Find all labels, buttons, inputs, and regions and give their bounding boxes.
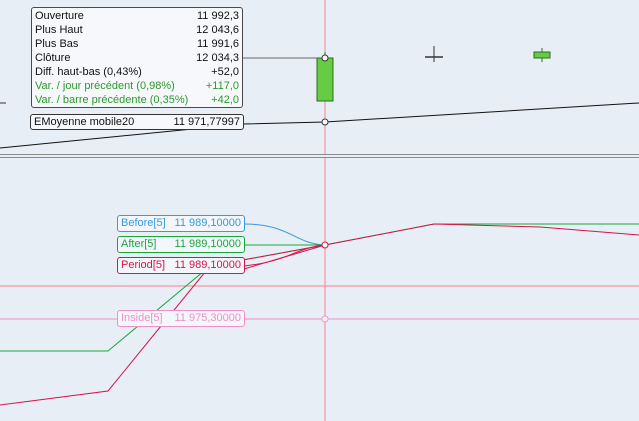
info-label: Var. / barre précédente (0,35%)	[35, 94, 189, 106]
info-value: +117,0	[205, 80, 239, 92]
tag-label: Period[5]	[121, 259, 166, 271]
info-value: +42,0	[211, 94, 239, 106]
tag-value: 11 989,10000	[174, 238, 241, 250]
tag-after: After[5] 11 989,10000	[117, 236, 245, 253]
indicator-chart-pane[interactable]: Before[5] 11 989,10000 After[5] 11 989,1…	[0, 158, 639, 421]
pane-divider-top	[0, 154, 639, 155]
ema-label: EMoyenne mobile20	[34, 116, 135, 128]
info-row-var-bar: Var. / barre précédente (0,35%) +42,0	[35, 93, 239, 107]
period-series-line	[0, 223, 639, 406]
inside-marker	[321, 315, 329, 323]
period-series-line-right	[243, 244, 326, 270]
tag-inside: Inside[5] 11 975,30000	[117, 310, 245, 327]
tag-period: Period[5] 11 989,10000	[117, 257, 245, 274]
tag-label: Inside[5]	[121, 312, 163, 324]
info-value: 12 043,6	[196, 24, 239, 36]
indicator-chart-canvas	[0, 158, 639, 421]
info-label: Ouverture	[35, 10, 84, 22]
info-label: Plus Bas	[35, 38, 79, 50]
info-row-close: Clôture 12 034,3	[35, 51, 239, 65]
ema-marker	[321, 118, 329, 126]
info-row-low: Plus Bas 11 991,6	[35, 37, 239, 51]
tag-label: Before[5]	[121, 217, 166, 229]
candle-small[interactable]	[533, 51, 551, 59]
info-value: 12 034,3	[196, 52, 239, 64]
before-connector	[243, 223, 326, 246]
candle-current[interactable]	[316, 57, 334, 102]
info-label: Var. / jour précédent (0,98%)	[35, 80, 175, 92]
ema-info-box: EMoyenne mobile20 11 971,77997	[30, 114, 244, 130]
info-value: 11 992,3	[196, 10, 239, 22]
info-row-high: Plus Haut 12 043,6	[35, 23, 239, 37]
tag-label: After[5]	[121, 238, 157, 250]
info-value: 11 991,6	[196, 38, 239, 50]
ohlc-info-box: Ouverture 11 992,3 Plus Haut 12 043,6 Plus…	[31, 7, 243, 108]
info-row-var-day: Var. / jour précédent (0,98%) +117,0	[35, 79, 239, 93]
info-label: Clôture	[35, 52, 71, 64]
after-series-line	[0, 223, 639, 352]
tag-value: 11 989,10000	[174, 259, 241, 271]
ema-value: 11 971,77997	[173, 116, 240, 128]
tag-value: 11 989,10000	[174, 217, 241, 229]
price-chart-pane[interactable]: Ouverture 11 992,3 Plus Haut 12 043,6 Plus…	[0, 0, 639, 154]
info-value: +52,0	[211, 66, 239, 78]
close-marker	[321, 54, 329, 62]
series-marker	[321, 241, 329, 249]
tag-before: Before[5] 11 989,10000	[117, 215, 245, 232]
info-label: Diff. haut-bas (0,43%)	[35, 66, 142, 78]
info-label: Plus Haut	[35, 24, 83, 36]
tag-value: 11 975,30000	[174, 312, 241, 324]
info-row-open: Ouverture 11 992,3	[35, 9, 239, 23]
info-row-diff: Diff. haut-bas (0,43%) +52,0	[35, 65, 239, 79]
